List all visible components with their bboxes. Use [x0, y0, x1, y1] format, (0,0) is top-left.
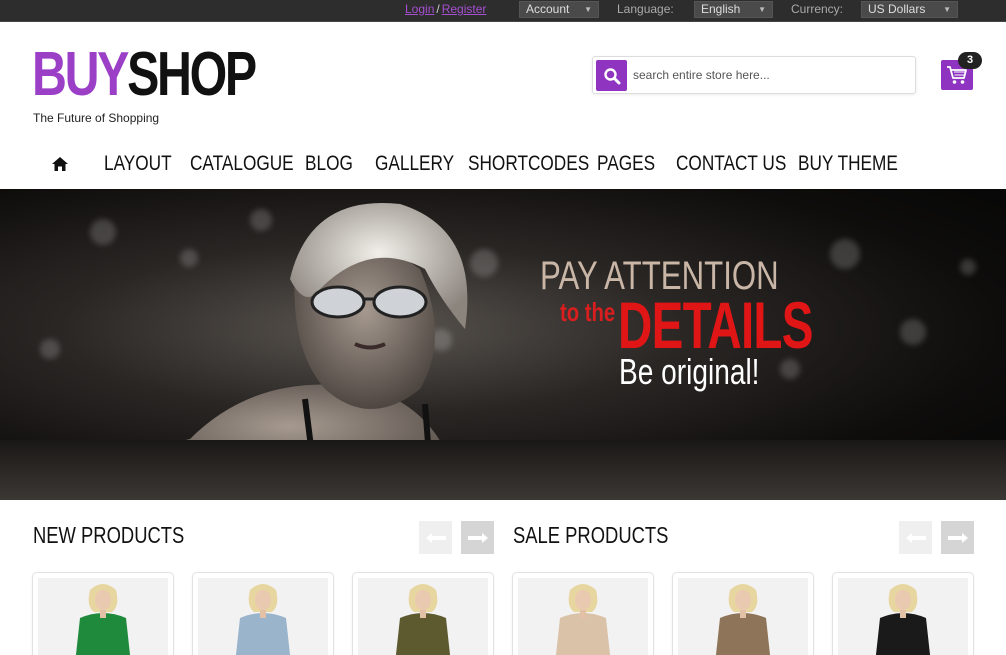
- search-button[interactable]: [596, 60, 627, 91]
- currency-value: US Dollars: [868, 2, 926, 16]
- main-nav: LAYOUT CATALOGUE BLOG GALLERY SHORTCODES…: [0, 146, 1006, 186]
- table-surface: [0, 440, 1006, 500]
- product-card[interactable]: [32, 572, 174, 655]
- model-neck: [900, 610, 906, 618]
- register-link[interactable]: Register: [442, 2, 487, 16]
- site-logo[interactable]: BUYSHOP: [32, 40, 257, 110]
- model-neck: [740, 610, 746, 618]
- model-face: [95, 590, 111, 610]
- model-face: [255, 590, 271, 610]
- product-photo: [875, 584, 931, 655]
- bokeh-light: [900, 319, 926, 345]
- model-face: [575, 590, 591, 610]
- chevron-down-icon: ▼: [584, 5, 592, 14]
- nav-item-layout[interactable]: LAYOUT: [104, 152, 172, 176]
- bokeh-light: [830, 239, 860, 269]
- product-image: [198, 578, 328, 655]
- model-neck: [420, 610, 426, 618]
- new-products-title: NEW PRODUCTS: [33, 522, 185, 548]
- product-image: [38, 578, 168, 655]
- product-photo: [555, 584, 611, 655]
- model-neck: [580, 610, 586, 618]
- arrow-right-icon: [947, 532, 968, 543]
- arrow-left-icon: [905, 532, 926, 543]
- top-bar: Login / Register Account ▼ Language: Engli…: [0, 0, 1006, 22]
- new-next-button[interactable]: [461, 521, 494, 554]
- bokeh-light: [960, 259, 976, 275]
- search-input[interactable]: [633, 66, 903, 84]
- product-card[interactable]: [512, 572, 654, 655]
- banner-tagline: Be original!: [619, 351, 760, 392]
- nav-item-gallery[interactable]: GALLERY: [375, 152, 454, 176]
- model-neck: [260, 610, 266, 618]
- auth-links: Login / Register: [405, 2, 486, 16]
- currency-dropdown[interactable]: US Dollars ▼: [861, 1, 958, 18]
- language-value: English: [701, 2, 741, 16]
- product-card[interactable]: [832, 572, 974, 655]
- nav-item-contact-us[interactable]: CONTACT US: [676, 152, 786, 176]
- product-photo: [395, 584, 451, 655]
- sale-next-button[interactable]: [941, 521, 974, 554]
- logo-shop: SHOP: [127, 40, 257, 109]
- product-card[interactable]: [192, 572, 334, 655]
- nav-item-blog[interactable]: BLOG: [305, 152, 353, 176]
- arrow-left-icon: [425, 532, 446, 543]
- product-card[interactable]: [352, 572, 494, 655]
- language-dropdown[interactable]: English ▼: [694, 1, 773, 18]
- login-link[interactable]: Login: [405, 2, 434, 16]
- tagline: The Future of Shopping: [33, 111, 160, 125]
- cart-count-badge: 3: [958, 52, 982, 69]
- home-icon: [52, 157, 68, 171]
- model-neck: [100, 610, 106, 618]
- nav-item-pages[interactable]: PAGES: [597, 152, 655, 176]
- chevron-down-icon: ▼: [943, 5, 951, 14]
- nav-item-catalogue[interactable]: CATALOGUE: [190, 152, 294, 176]
- model-coat: [875, 613, 931, 655]
- nav-home[interactable]: [51, 156, 69, 177]
- product-photo: [715, 584, 771, 655]
- auth-separator: /: [436, 2, 440, 16]
- currency-label: Currency:: [791, 2, 844, 16]
- chevron-down-icon: ▼: [758, 5, 766, 14]
- model-coat: [555, 613, 611, 655]
- product-image: [678, 578, 808, 655]
- product-card[interactable]: [672, 572, 814, 655]
- product-image: [838, 578, 968, 655]
- product-photo: [235, 584, 291, 655]
- nav-item-buy-theme[interactable]: BUY THEME: [798, 152, 898, 176]
- search-icon: [603, 67, 620, 84]
- arrow-right-icon: [467, 532, 488, 543]
- product-image: [518, 578, 648, 655]
- model-coat: [395, 613, 451, 655]
- hero-banner[interactable]: PAY ATTENTION to the DETAILS Be original…: [0, 189, 1006, 500]
- banner-subline: to the: [560, 297, 616, 327]
- new-prev-button[interactable]: [419, 521, 452, 554]
- logo-buy: BUY: [32, 40, 129, 109]
- language-label: Language:: [617, 2, 674, 16]
- model-coat: [75, 613, 131, 655]
- bokeh-light: [40, 339, 60, 359]
- model-face: [735, 590, 751, 610]
- sale-prev-button[interactable]: [899, 521, 932, 554]
- model-face: [415, 590, 431, 610]
- sale-products-title: SALE PRODUCTS: [513, 522, 669, 548]
- account-label: Account: [526, 2, 570, 16]
- model-coat: [235, 613, 291, 655]
- model-coat: [715, 613, 771, 655]
- model-face: [895, 590, 911, 610]
- product-photo: [75, 584, 131, 655]
- product-image: [358, 578, 488, 655]
- account-dropdown[interactable]: Account ▼: [519, 1, 599, 18]
- search-box: [592, 56, 916, 94]
- nav-item-shortcodes[interactable]: SHORTCODES: [468, 152, 589, 176]
